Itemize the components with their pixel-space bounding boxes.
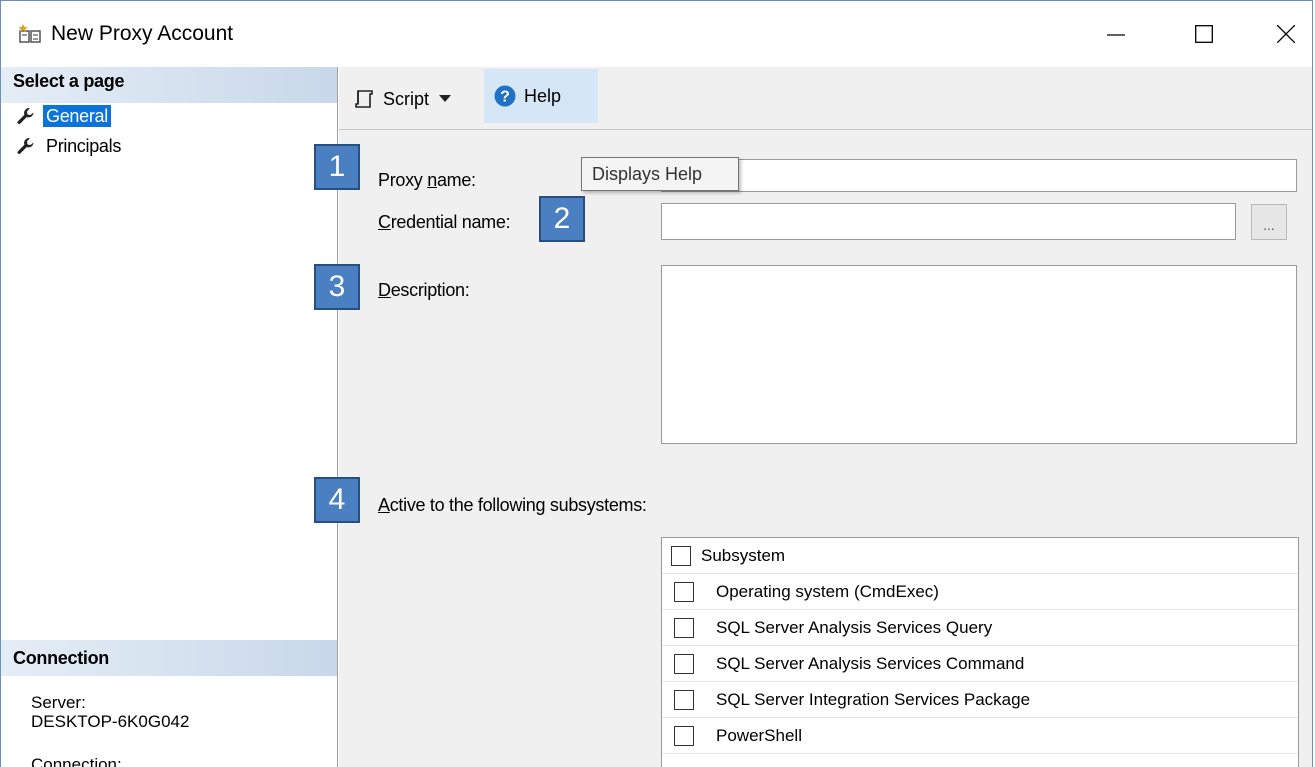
title-bar: New Proxy Account: [1, 1, 1312, 67]
proxy-name-input[interactable]: [661, 159, 1297, 192]
subsystem-checkbox[interactable]: [674, 581, 694, 602]
proxy-name-label: Proxy name:: [378, 170, 476, 190]
page-item-principals[interactable]: Principals: [17, 134, 124, 158]
svg-text:?: ?: [500, 89, 510, 106]
help-icon: ?: [494, 85, 516, 107]
close-icon: [1277, 25, 1295, 43]
callout-badge-2: 2: [539, 196, 585, 242]
subsystem-checkbox[interactable]: [674, 725, 694, 746]
help-tooltip: Displays Help: [581, 157, 739, 191]
subsystem-label: SQL Server Integration Services Package: [716, 689, 1031, 709]
subsystem-checkbox[interactable]: [674, 653, 694, 674]
page-item-label: General: [43, 105, 111, 127]
page-item-label: Principals: [46, 136, 122, 156]
help-label: Help: [524, 85, 562, 106]
page-item-general[interactable]: General: [17, 104, 111, 128]
script-button[interactable]: Script: [353, 81, 452, 117]
subsystem-label: SQL Server Analysis Services Query: [716, 617, 993, 637]
dialog-window: New Proxy Account Select a page General: [0, 0, 1313, 767]
close-button[interactable]: [1261, 13, 1311, 55]
wrench-icon: [17, 138, 34, 154]
list-item[interactable]: SQL Server Analysis Services Command: [662, 646, 1298, 682]
browse-credential-button[interactable]: ...: [1251, 204, 1287, 240]
server-label: Server:: [31, 693, 86, 712]
subsystem-label: SQL Server Analysis Services Command: [716, 653, 1025, 673]
subsystems-header-row: Subsystem: [662, 538, 1298, 574]
wrench-icon: [17, 108, 34, 124]
select-page-header: Select a page: [1, 67, 337, 103]
connection-label: Connection:: [31, 755, 122, 767]
script-icon: [355, 90, 373, 108]
proxy-account-icon: [19, 24, 41, 43]
subsystem-header-label: Subsystem: [701, 545, 786, 565]
maximize-button[interactable]: [1179, 13, 1229, 55]
list-item[interactable]: Operating system (CmdExec): [662, 574, 1298, 610]
callout-badge-4: 4: [314, 477, 360, 523]
left-pane: Select a page General Principals Connect…: [1, 67, 338, 767]
server-value: DESKTOP-6K0G042: [31, 712, 190, 731]
list-item[interactable]: PowerShell: [662, 718, 1298, 754]
list-item[interactable]: SQL Server Integration Services Package: [662, 682, 1298, 718]
callout-badge-3: 3: [314, 264, 360, 310]
script-label: Script: [383, 88, 430, 109]
select-all-checkbox[interactable]: [671, 545, 691, 566]
maximize-icon: [1195, 25, 1213, 43]
right-pane: Script ? Help Proxy name: Credential nam…: [314, 67, 1312, 767]
chevron-down-icon[interactable]: [439, 95, 452, 103]
description-textarea[interactable]: [661, 265, 1297, 444]
subsystems-list: Subsystem Operating system (CmdExec) SQL…: [661, 537, 1299, 767]
list-item[interactable]: SQL Server Analysis Services Query: [662, 610, 1298, 646]
subsystem-checkbox[interactable]: [674, 617, 694, 638]
connection-header: Connection: [1, 640, 337, 676]
minimize-button[interactable]: [1091, 13, 1141, 55]
credential-name-label: Credential name:: [378, 212, 511, 232]
subsystem-label: PowerShell: [716, 725, 802, 745]
callout-badge-1: 1: [314, 144, 360, 190]
subsystem-checkbox[interactable]: [674, 689, 694, 710]
window-title: New Proxy Account: [51, 22, 234, 45]
minimize-icon: [1107, 34, 1125, 36]
subsystems-label: Active to the following subsystems:: [378, 495, 647, 515]
description-label: Description:: [378, 280, 470, 300]
toolbar: Script ? Help: [339, 67, 1312, 130]
subsystem-label: Operating system (CmdExec): [716, 581, 939, 601]
help-button[interactable]: ? Help: [484, 69, 598, 123]
credential-name-input[interactable]: [661, 203, 1236, 240]
